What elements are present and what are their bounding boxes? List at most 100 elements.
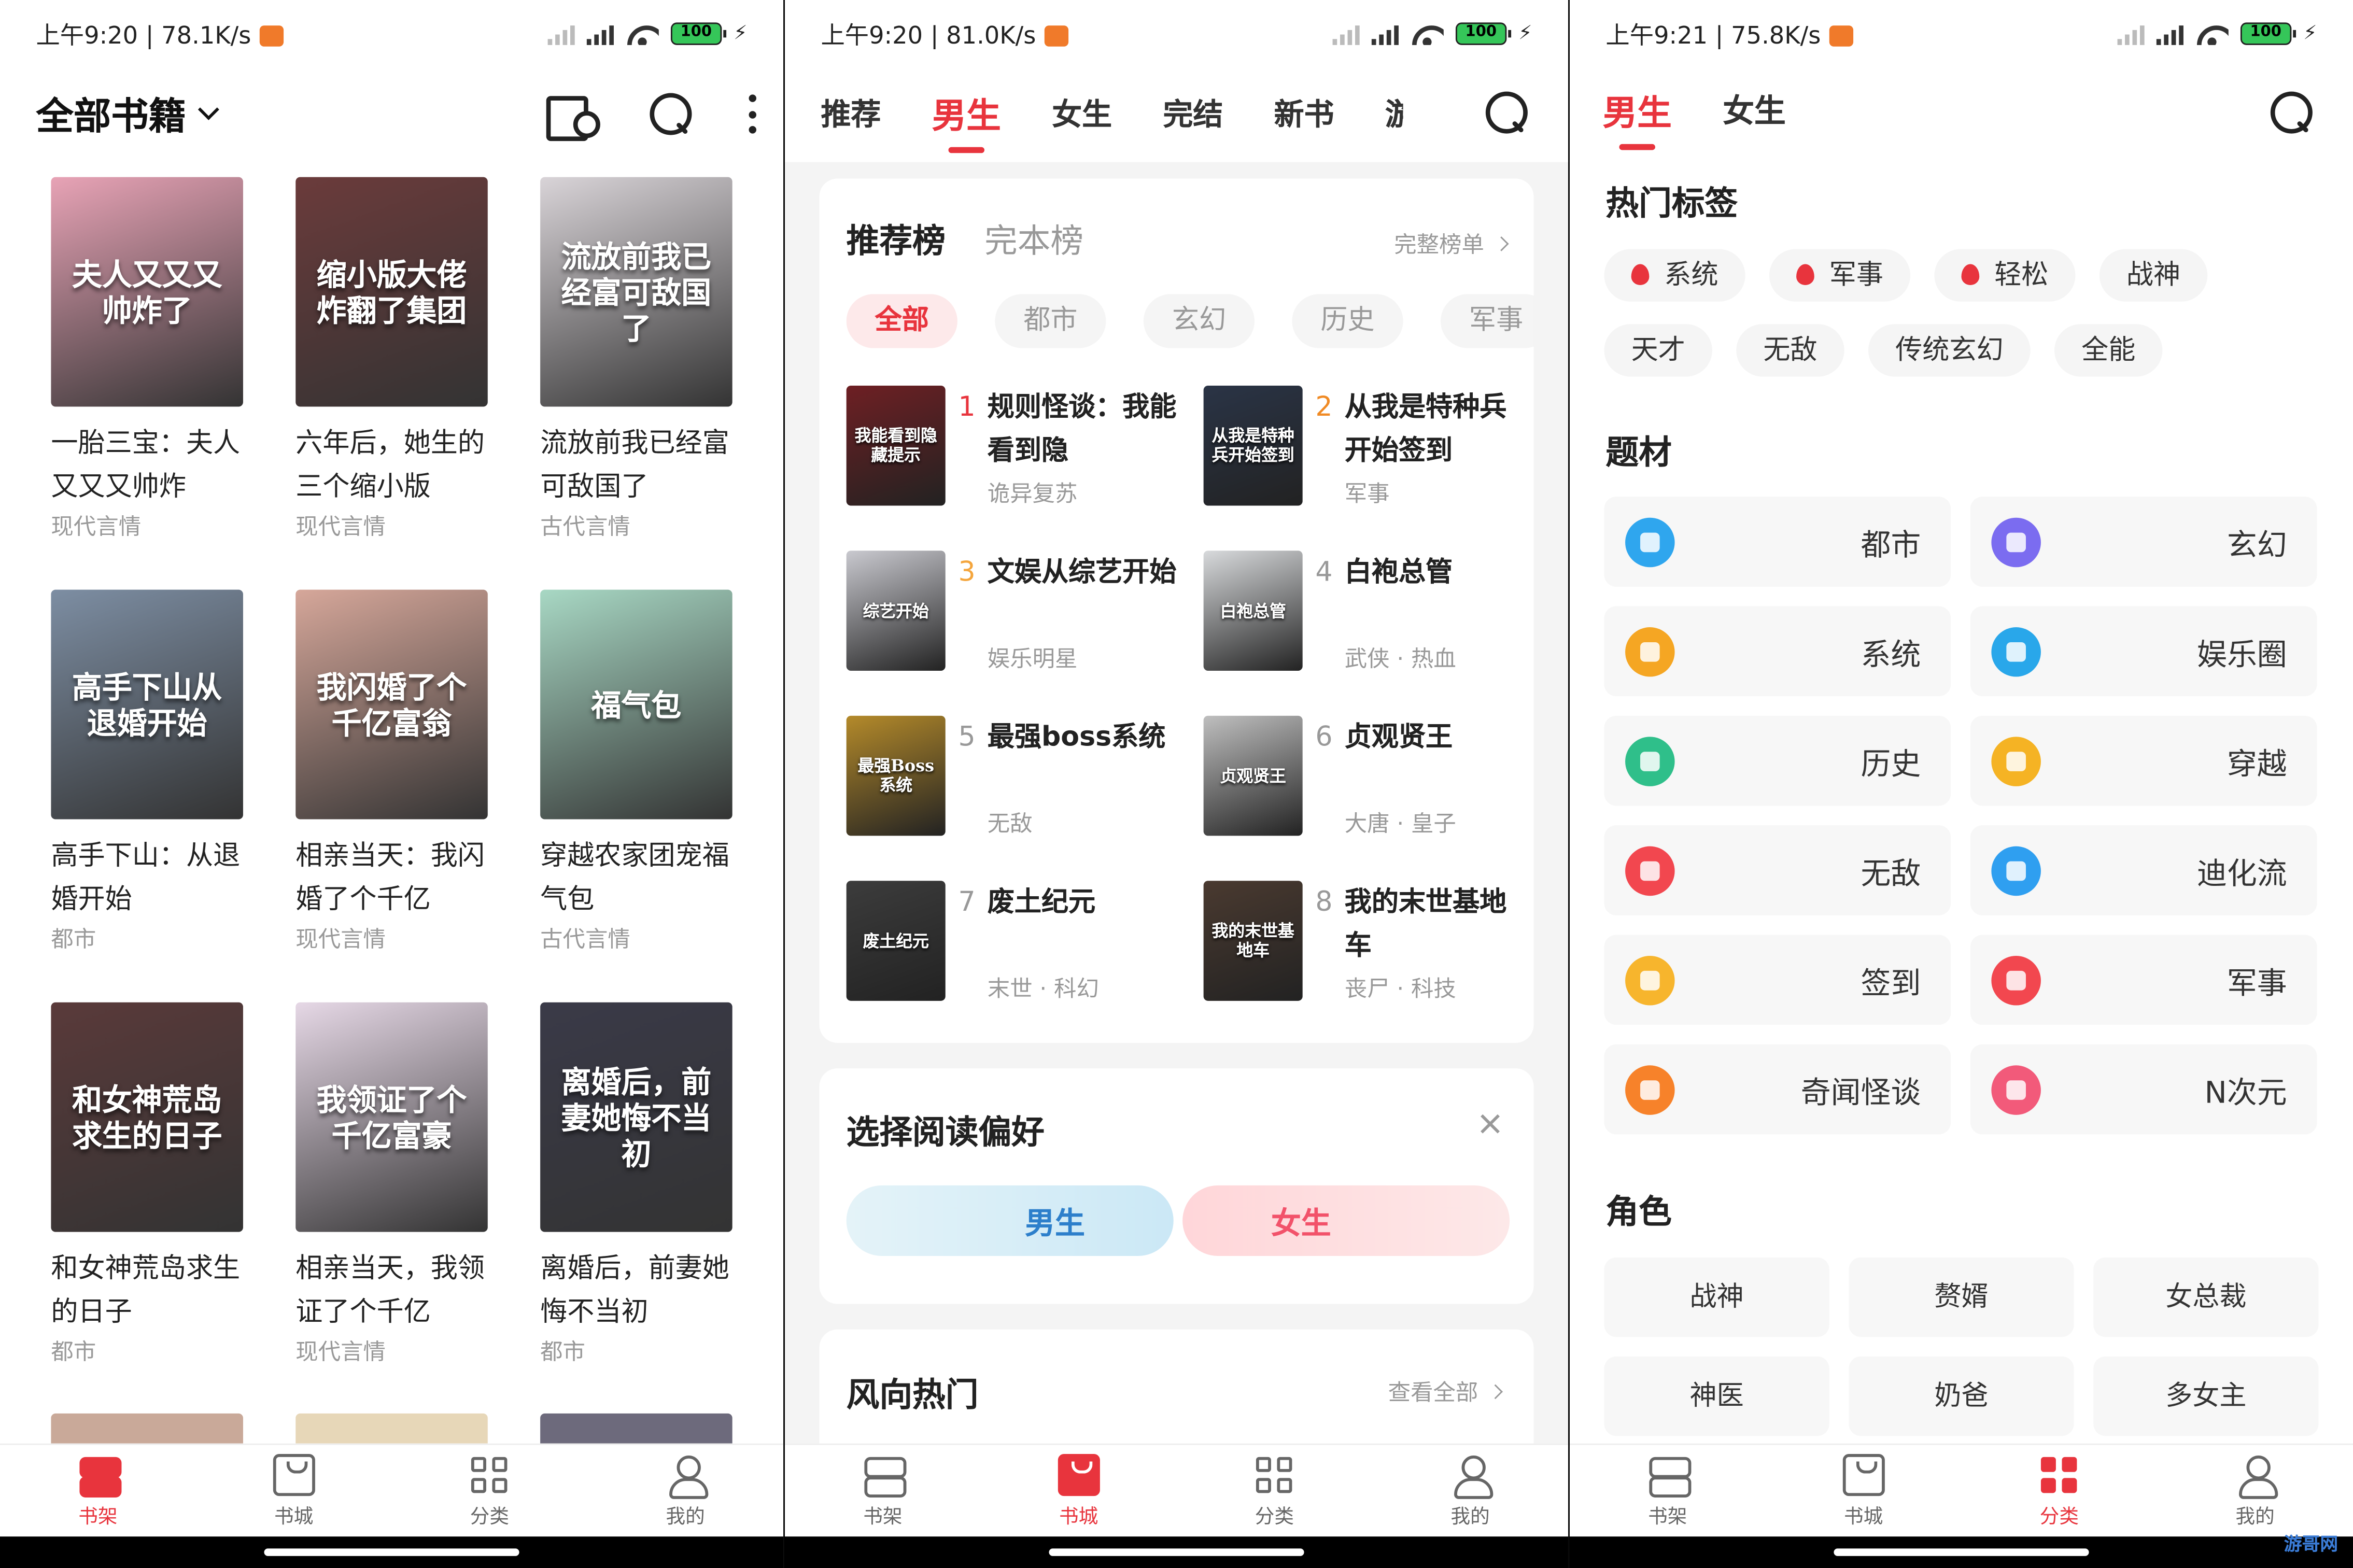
nav-shelf[interactable]: 书架 bbox=[1570, 1445, 1766, 1537]
hot-tag[interactable]: 轻松 bbox=[1934, 249, 2076, 302]
hot-tag[interactable]: 系统 bbox=[1604, 249, 1745, 302]
genre-item[interactable]: 签到 bbox=[1604, 935, 1951, 1025]
nav-shelf[interactable]: 书架 bbox=[0, 1445, 196, 1537]
ranking-item[interactable]: 白袍总管 4 白袍总管 武侠 · 热血 bbox=[1203, 550, 1507, 687]
book-item[interactable]: 高手下山从退婚开始 高手下山：从退婚开始 都市 bbox=[51, 589, 243, 1002]
ranking-item[interactable]: 我的末世基地车 8 我的末世基地车 丧尸 · 科技 bbox=[1203, 881, 1506, 1017]
book-cover[interactable]: 和女神荒岛求生的日子 bbox=[51, 1002, 243, 1232]
full-ranking-link[interactable]: 完整榜单 bbox=[1394, 228, 1506, 260]
book-item[interactable]: 流放前我已经富可敌国了 流放前我已经富可敌国了 古代言情 bbox=[540, 177, 732, 590]
nav-shelf[interactable]: 书架 bbox=[785, 1445, 981, 1537]
nav-category[interactable]: 分类 bbox=[1962, 1445, 2158, 1537]
book-cover[interactable]: 缩小版大佬炸翻了集团 bbox=[295, 177, 488, 407]
nav-me[interactable]: 我的 bbox=[2157, 1445, 2353, 1537]
book-cover[interactable]: 白袍总管 bbox=[1203, 550, 1303, 671]
ranking-item[interactable]: 废土纪元 7 废土纪元 末世 · 科幻 bbox=[846, 881, 1204, 1017]
tab-recommend-rank[interactable]: 推荐榜 bbox=[847, 215, 946, 263]
book-cover[interactable]: 流放前我已经富可敌国了 bbox=[540, 177, 732, 407]
tab-0[interactable]: 推荐 bbox=[821, 90, 881, 138]
tab-male[interactable]: 男生 bbox=[1603, 84, 1672, 150]
book-cover[interactable]: 从我是特种兵开始签到 bbox=[1203, 385, 1303, 506]
book-cover[interactable]: 高手下山从退婚开始 bbox=[51, 589, 243, 820]
book-cover[interactable]: 福气包 bbox=[540, 589, 732, 820]
book-cover[interactable]: 最强Boss系统 bbox=[846, 715, 946, 836]
book-cover[interactable]: 我闪婚了个千亿富翁 bbox=[295, 589, 488, 820]
ranking-item[interactable]: 我能看到隐藏提示 1 规则怪谈：我能看到隐 诡异复苏 bbox=[846, 385, 1204, 522]
prefer-female-button[interactable]: 女生 bbox=[1182, 1185, 1510, 1256]
tab-4[interactable]: 新书 bbox=[1274, 90, 1334, 138]
role-item[interactable]: 多女主 bbox=[2093, 1356, 2319, 1436]
genre-item[interactable]: 迪化流 bbox=[1970, 825, 2317, 915]
nav-store[interactable]: 书城 bbox=[1766, 1445, 1962, 1537]
search-icon[interactable] bbox=[2269, 90, 2314, 135]
book-cover[interactable]: 废土纪元 bbox=[846, 881, 946, 1001]
role-item[interactable]: 奶爸 bbox=[1849, 1356, 2074, 1436]
book-item[interactable]: 福气包 穿越农家团宠福气包 古代言情 bbox=[540, 589, 732, 1002]
nav-store[interactable]: 书城 bbox=[196, 1445, 392, 1537]
book-item[interactable]: 夫人又又又帅炸了 一胎三宝：夫人又又又帅炸 现代言情 bbox=[51, 177, 243, 590]
tab-finished-rank[interactable]: 完本榜 bbox=[984, 215, 1083, 263]
role-item[interactable]: 赘婿 bbox=[1849, 1257, 2074, 1337]
chip-1[interactable]: 都市 bbox=[995, 294, 1106, 348]
book-item[interactable]: 我领证了个千亿富豪 相亲当天，我领证了个千亿 现代言情 bbox=[295, 1002, 488, 1415]
role-item[interactable]: 战神 bbox=[1604, 1257, 1829, 1337]
genre-item[interactable]: 历史 bbox=[1604, 715, 1951, 806]
search-icon[interactable] bbox=[649, 92, 694, 137]
book-cover[interactable]: 我领证了个千亿富豪 bbox=[295, 1002, 488, 1232]
tab-1[interactable]: 男生 bbox=[932, 87, 1001, 153]
role-item[interactable]: 女总裁 bbox=[2093, 1257, 2319, 1337]
wifi-icon bbox=[626, 21, 659, 45]
book-item[interactable]: 和女神荒岛求生的日子 和女神荒岛求生的日子 都市 bbox=[51, 1002, 243, 1415]
genre-item[interactable]: 穿越 bbox=[1970, 715, 2317, 806]
tab-5[interactable]: 游 bbox=[1385, 90, 1403, 138]
genre-item[interactable]: 军事 bbox=[1970, 935, 2317, 1025]
ranking-item[interactable]: 从我是特种兵开始签到 2 从我是特种兵开始签到 军事 bbox=[1203, 385, 1506, 522]
genre-item[interactable]: 玄幻 bbox=[1970, 497, 2317, 587]
book-cover[interactable]: 我的末世基地车 bbox=[1203, 881, 1303, 1001]
search-icon[interactable] bbox=[1484, 90, 1529, 135]
more-icon[interactable] bbox=[748, 94, 756, 134]
chip-2[interactable]: 玄幻 bbox=[1143, 294, 1255, 348]
genre-item[interactable]: 奇闻怪谈 bbox=[1604, 1044, 1951, 1135]
hot-tag[interactable]: 全能 bbox=[2054, 324, 2163, 377]
genre-item[interactable]: 娱乐圈 bbox=[1970, 606, 2317, 697]
role-item[interactable]: 神医 bbox=[1604, 1356, 1829, 1436]
ranking-item[interactable]: 最强Boss系统 5 最强boss系统 无敌 bbox=[846, 715, 1204, 852]
nav-me[interactable]: 我的 bbox=[587, 1445, 783, 1537]
chip-4[interactable]: 军事 bbox=[1441, 294, 1534, 348]
genre-item[interactable]: N次元 bbox=[1970, 1044, 2317, 1135]
hot-tag[interactable]: 军事 bbox=[1769, 249, 1911, 302]
shelf-title[interactable]: 全部书籍 bbox=[36, 87, 186, 141]
nav-category[interactable]: 分类 bbox=[1177, 1445, 1373, 1537]
view-all-link[interactable]: 查看全部 bbox=[1388, 1376, 1501, 1408]
tab-female[interactable]: 女生 bbox=[1723, 87, 1786, 135]
hot-tag[interactable]: 传统玄幻 bbox=[1868, 324, 2031, 377]
genre-item[interactable]: 都市 bbox=[1604, 497, 1951, 587]
chip-3[interactable]: 历史 bbox=[1292, 294, 1403, 348]
hot-tag[interactable]: 无敌 bbox=[1736, 324, 1844, 377]
genre-item[interactable]: 系统 bbox=[1604, 606, 1951, 697]
nav-store[interactable]: 书城 bbox=[981, 1445, 1177, 1537]
tab-3[interactable]: 完结 bbox=[1163, 90, 1223, 138]
chevron-down-icon[interactable] bbox=[198, 98, 219, 120]
tab-2[interactable]: 女生 bbox=[1052, 90, 1112, 138]
book-item[interactable]: 缩小版大佬炸翻了集团 六年后，她生的三个缩小版 现代言情 bbox=[295, 177, 488, 590]
prefer-male-button[interactable]: 男生 bbox=[846, 1185, 1174, 1256]
close-icon[interactable] bbox=[1480, 1113, 1501, 1135]
hot-tag[interactable]: 战神 bbox=[2099, 249, 2208, 302]
chip-0[interactable]: 全部 bbox=[846, 294, 957, 348]
nav-me[interactable]: 我的 bbox=[1372, 1445, 1568, 1537]
book-cover[interactable]: 夫人又又又帅炸了 bbox=[51, 177, 243, 407]
book-cover[interactable]: 离婚后，前妻她悔不当初 bbox=[540, 1002, 732, 1232]
book-cover[interactable]: 综艺开始 bbox=[846, 550, 946, 671]
nav-category[interactable]: 分类 bbox=[392, 1445, 588, 1537]
ranking-item[interactable]: 贞观贤王 6 贞观贤王 大唐 · 皇子 bbox=[1203, 715, 1507, 852]
ranking-item[interactable]: 综艺开始 3 文娱从综艺开始 娱乐明星 bbox=[846, 550, 1204, 687]
book-item[interactable]: 离婚后，前妻她悔不当初 离婚后，前妻她悔不当初 都市 bbox=[540, 1002, 732, 1415]
manage-books-icon[interactable] bbox=[546, 93, 600, 142]
hot-tag[interactable]: 天才 bbox=[1604, 324, 1712, 377]
genre-item[interactable]: 无敌 bbox=[1604, 825, 1951, 915]
book-cover[interactable]: 我能看到隐藏提示 bbox=[846, 385, 946, 506]
book-item[interactable]: 我闪婚了个千亿富翁 相亲当天：我闪婚了个千亿 现代言情 bbox=[295, 589, 488, 1002]
book-cover[interactable]: 贞观贤王 bbox=[1203, 715, 1303, 836]
